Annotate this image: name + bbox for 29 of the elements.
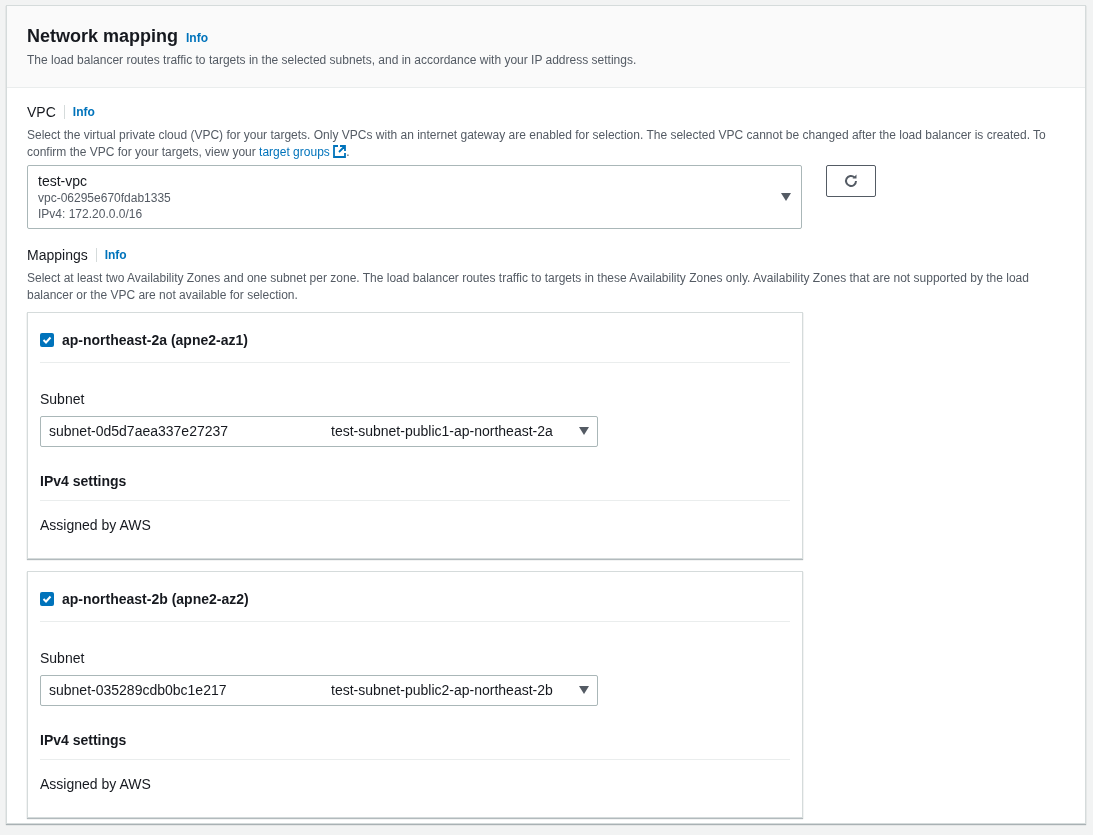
field-label: VPC [27, 102, 56, 122]
ipv4-value: Assigned by AWS [40, 515, 152, 535]
subnet-select[interactable]: subnet-035289cdb0bc1e217 test-subnet-public2-ap-northeast-2b [40, 674, 598, 706]
zone-name: ap-northeast-2b (apne2-az2) [62, 589, 249, 609]
field-description: Select the virtual private cloud (VPC) for your targets. Only VPCs with an internet gateway are enabled for selection. The selected VPC cannot be changed after the load balancer is created. To confirm the VPC for your targets, view your target groups . [27, 126, 1047, 161]
caret-icon [579, 427, 589, 436]
checkbox[interactable] [40, 592, 54, 607]
field-label: Subnet [40, 648, 86, 668]
caret-icon [579, 686, 589, 695]
vpc-select[interactable]: test-vpc vpc-06295e670fdab1335 IPv4: 172.20.0.0/16 [27, 164, 802, 229]
info-link[interactable]: Info [104, 246, 127, 265]
field-label: Subnet [40, 389, 86, 409]
refresh-button[interactable] [826, 164, 876, 197]
section-description: The load balancer routes traffic to targets in the selected subnets, and in accordance with your IP address settings. [27, 51, 638, 69]
caret-icon [781, 192, 791, 201]
checkbox[interactable] [40, 333, 54, 348]
info-link[interactable]: Info [186, 29, 208, 47]
subnet-select[interactable]: subnet-0d5d7aea337e27237 test-subnet-public1-ap-northeast-2a [40, 415, 598, 447]
field-description: Select at least two Availability Zones and one subnet per zone. The load balancer routes traffic to targets in these Availability Zones only. Availability Zones that are not supported by the load balancer or the VPC are not available for selection. [27, 269, 1030, 304]
ipv4-value: Assigned by AWS [40, 774, 152, 794]
section-title: Network mapping [27, 26, 178, 48]
external-link-icon [333, 144, 347, 158]
target-groups-link[interactable]: target groups [259, 144, 347, 159]
subsection-title: IPv4 settings [40, 470, 790, 501]
subsection-title: IPv4 settings [40, 729, 790, 760]
info-link[interactable]: Info [72, 103, 95, 122]
refresh-icon [843, 172, 859, 189]
field-label: Mappings [27, 245, 88, 265]
zone-name: ap-northeast-2a (apne2-az1) [62, 330, 248, 350]
